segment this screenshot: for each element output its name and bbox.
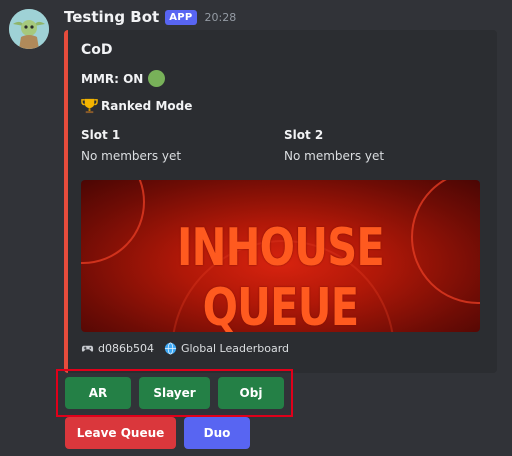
mmr-label: MMR: ON (81, 71, 144, 86)
slot-2-value: No members yet (284, 149, 385, 163)
queue-banner-image[interactable]: INHOUSE QUEUE (81, 180, 480, 332)
queue-embed: CoD MMR: ON Ranked Mode Slot 1 No member… (64, 30, 497, 373)
slot-1-value: No members yet (81, 149, 182, 163)
footer-id-text: d086b504 (98, 342, 154, 355)
message-header: Testing Bot APP 20:28 (64, 6, 236, 28)
embed-title: CoD (81, 42, 113, 58)
footer-link-text: Global Leaderboard (180, 342, 290, 355)
green-circle-icon (148, 70, 166, 87)
slot-1-name: Slot 1 (81, 128, 121, 142)
baby-yoda-avatar-icon (9, 9, 49, 49)
app-badge: APP (165, 9, 197, 25)
slayer-button[interactable]: Slayer (139, 377, 210, 409)
trophy-icon (81, 98, 98, 114)
message-timestamp[interactable]: 20:28 (205, 11, 237, 24)
mode-field: Ranked Mode (81, 97, 192, 114)
banner-title: INHOUSE QUEUE (176, 218, 385, 332)
ar-button[interactable]: AR (65, 377, 131, 409)
duo-button[interactable]: Duo (184, 417, 250, 449)
obj-button[interactable]: Obj (218, 377, 284, 409)
leave-queue-button[interactable]: Leave Queue (65, 417, 176, 449)
bot-avatar[interactable] (9, 9, 49, 49)
gamepad-icon (81, 345, 94, 352)
mmr-field: MMR: ON (81, 70, 166, 87)
bot-username[interactable]: Testing Bot (64, 8, 159, 26)
globe-icon (164, 342, 177, 355)
slot-2-name: Slot 2 (284, 128, 324, 142)
mode-label: Ranked Mode (101, 98, 193, 113)
embed-footer: d086b504 Global Leaderboard (81, 342, 289, 355)
